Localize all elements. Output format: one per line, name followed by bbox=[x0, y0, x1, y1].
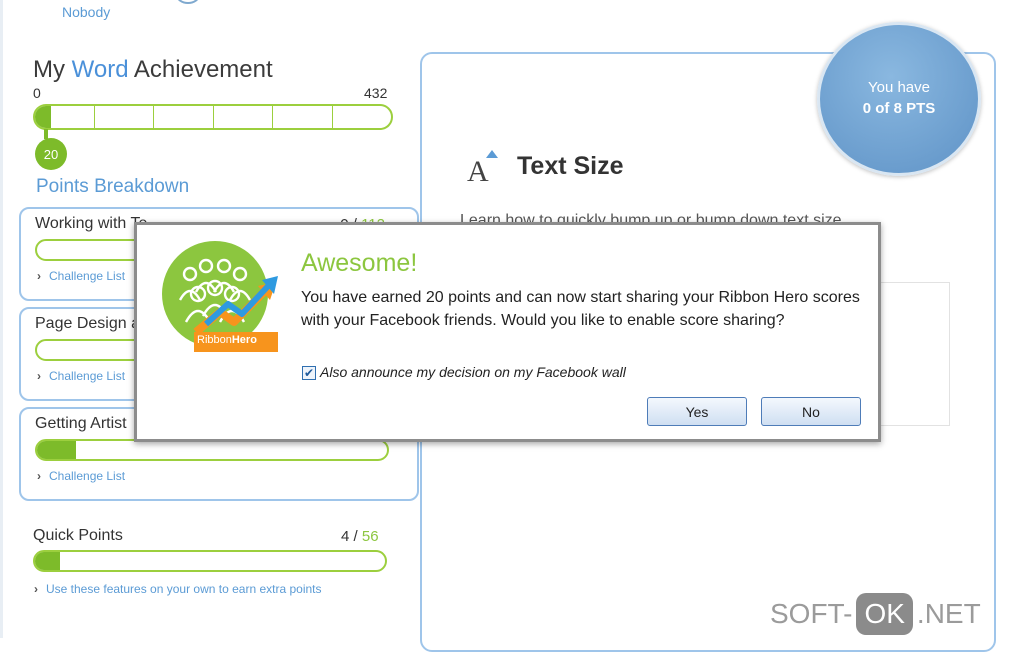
category-title: Getting Artist bbox=[35, 415, 127, 432]
points-badge: You have 0 of 8 PTS bbox=[817, 22, 981, 176]
logo-word-hero: Hero bbox=[231, 334, 257, 346]
progress-segment bbox=[333, 106, 392, 128]
logo-wordmark: RibbonHero bbox=[197, 334, 257, 346]
logo-word-ribbon: Ribbon bbox=[197, 334, 232, 346]
user-name: Nobody bbox=[62, 4, 111, 20]
no-button[interactable]: No bbox=[761, 397, 861, 426]
svg-text:A: A bbox=[467, 155, 489, 184]
challenge-list-label: Challenge List bbox=[49, 269, 126, 283]
quick-points-link-label: Use these features on your own to earn e… bbox=[46, 582, 322, 596]
challenge-list-label: Challenge List bbox=[49, 369, 126, 383]
progress-segment bbox=[154, 106, 214, 128]
challenge-title: Text Size bbox=[517, 152, 624, 180]
chevron-right-icon: › bbox=[37, 369, 41, 383]
achievement-max: 432 bbox=[364, 85, 388, 101]
dialog-title: Awesome! bbox=[301, 249, 418, 277]
text-size-icon: A bbox=[467, 150, 498, 184]
watermark: SOFT- OK .NET bbox=[770, 593, 981, 635]
current-score-marker: 20 bbox=[35, 138, 67, 170]
challenge-content-box bbox=[880, 282, 950, 426]
achievement-progress-bar bbox=[33, 104, 393, 130]
progress-segment bbox=[273, 106, 333, 128]
points-breakdown-title: Points Breakdown bbox=[36, 176, 190, 197]
progress-segment bbox=[214, 106, 273, 128]
achievement-app-word: Word bbox=[71, 56, 129, 83]
dialog-message: You have earned 20 points and can now st… bbox=[301, 289, 860, 329]
achievement-progress-fill bbox=[35, 106, 52, 128]
watermark-ok: OK bbox=[856, 593, 913, 635]
quick-points-score: 4 / 56 bbox=[341, 528, 379, 545]
window-left-edge bbox=[0, 0, 3, 638]
challenge-list-link[interactable]: › Challenge List bbox=[37, 469, 125, 483]
progress-segment bbox=[95, 106, 154, 128]
quick-points-title: Quick Points bbox=[33, 527, 123, 544]
quick-points-earned: 4 bbox=[341, 528, 350, 545]
achievement-min: 0 bbox=[33, 85, 41, 101]
quick-points-progress-fill bbox=[35, 552, 60, 570]
announce-checkbox[interactable]: ✔ bbox=[302, 366, 316, 380]
challenge-list-link[interactable]: › Challenge List bbox=[37, 269, 125, 283]
category-progress-fill bbox=[37, 441, 76, 459]
achievement-title-pre: My bbox=[33, 56, 72, 83]
challenge-list-link[interactable]: › Challenge List bbox=[37, 369, 125, 383]
category-title: Working with Te bbox=[35, 215, 148, 232]
achievement-title-post: Achievement bbox=[128, 56, 273, 83]
points-badge-line1: You have bbox=[867, 79, 930, 96]
avatar[interactable] bbox=[176, 0, 200, 4]
points-badge-line2: 0 of 8 PTS bbox=[862, 100, 936, 117]
chevron-right-icon: › bbox=[37, 269, 41, 283]
yes-button[interactable]: Yes bbox=[647, 397, 747, 426]
announce-checkbox-label[interactable]: Also announce my decision on my Facebook… bbox=[320, 364, 626, 380]
chevron-right-icon: › bbox=[34, 582, 38, 596]
quick-points-link[interactable]: › Use these features on your own to earn … bbox=[34, 582, 322, 596]
watermark-suffix: .NET bbox=[916, 598, 981, 629]
achievement-title: My Word Achievement bbox=[33, 56, 273, 84]
chevron-right-icon: › bbox=[37, 469, 41, 483]
quick-points-total: 56 bbox=[361, 528, 379, 545]
category-title: Page Design a bbox=[35, 315, 140, 332]
quick-points-progress-bar bbox=[33, 550, 387, 572]
category-progress-bar bbox=[35, 439, 389, 461]
challenge-list-label: Challenge List bbox=[49, 469, 126, 483]
watermark-prefix: SOFT- bbox=[770, 598, 853, 629]
